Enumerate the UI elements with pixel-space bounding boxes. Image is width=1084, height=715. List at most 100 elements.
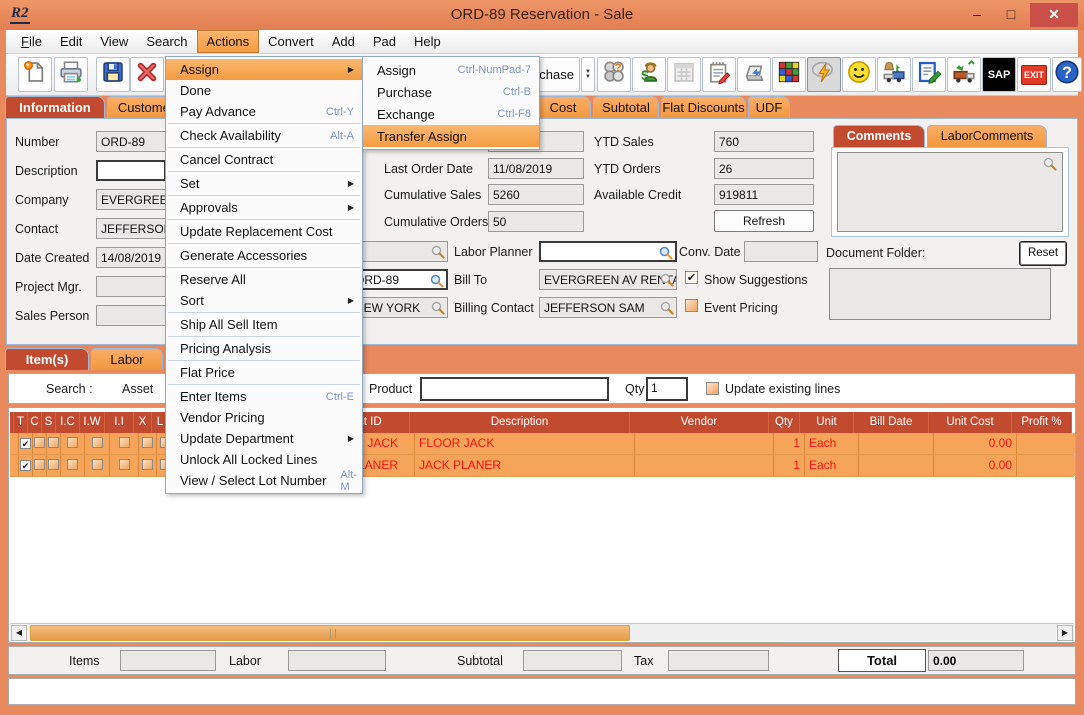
menubar-item-view[interactable]: View (91, 30, 137, 53)
tab-laborcomments[interactable]: LaborComments (927, 125, 1047, 147)
menu-item-exchange[interactable]: ExchangeCtrl-F8 (363, 103, 539, 125)
column-header-i-c[interactable]: I.C (56, 412, 80, 433)
sap-button[interactable]: SAP (982, 57, 1016, 92)
shortcut-key-button[interactable] (737, 57, 771, 92)
menu-item-enter-items[interactable]: Enter ItemsCtrl-E (166, 386, 362, 407)
row-checkbox-i.w[interactable] (92, 437, 103, 448)
last-order-date-field[interactable]: 11/08/2019 (488, 158, 584, 179)
row-checkbox-x[interactable] (142, 459, 153, 470)
scrollbar-thumb[interactable] (30, 625, 630, 641)
lightning-button[interactable] (807, 57, 841, 92)
search-magnifier-icon[interactable] (430, 244, 446, 260)
menubar-item-edit[interactable]: Edit (51, 30, 91, 53)
billing-contact-field[interactable]: JEFFERSON SAM (539, 297, 677, 318)
ytd-sales-field[interactable]: 760 (714, 131, 814, 152)
tab-information[interactable]: Information (5, 96, 105, 118)
refresh-button[interactable]: Refresh (714, 210, 814, 232)
menu-item-view-select-lot-number[interactable]: View / Select Lot NumberAlt-M (166, 470, 362, 491)
tab-cost[interactable]: Cost (535, 96, 591, 118)
help-button[interactable]: ? (1052, 57, 1082, 92)
menu-item-cancel-contract[interactable]: Cancel Contract (166, 149, 362, 170)
vendor-pricing-button[interactable]: $ (632, 57, 666, 92)
horizontal-scrollbar[interactable]: ◀ ▶ (10, 623, 1074, 641)
receive-truck-button[interactable] (877, 57, 911, 92)
cumulative-sales-field[interactable]: 5260 (488, 184, 584, 205)
column-header-c[interactable]: C (28, 412, 42, 433)
menubar-item-help[interactable]: Help (405, 30, 450, 53)
update-existing-lines-checkbox[interactable] (706, 382, 719, 395)
reset-button[interactable]: Reset (1020, 242, 1066, 265)
new-document-button[interactable] (18, 57, 52, 92)
smiley-button[interactable] (842, 57, 876, 92)
row-checkbox-i.c[interactable] (67, 459, 78, 470)
close-button[interactable]: ✕ (1030, 3, 1078, 27)
menu-item-assign[interactable]: Assign▶ (166, 59, 362, 80)
column-header-bill-date[interactable]: Bill Date (854, 412, 929, 433)
column-header-t[interactable]: T (14, 412, 28, 433)
menu-item-pay-advance[interactable]: Pay AdvanceCtrl-Y (166, 101, 362, 122)
menu-item-vendor-pricing[interactable]: Vendor Pricing (166, 407, 362, 428)
product-input[interactable] (420, 377, 609, 401)
comments-search-magnifier-icon[interactable] (1042, 156, 1058, 177)
available-credit-field[interactable]: 919811 (714, 184, 814, 205)
row-checkbox-i.i[interactable] (119, 459, 130, 470)
comments-textarea[interactable] (837, 152, 1063, 232)
notes-button[interactable] (702, 57, 736, 92)
menubar-item-convert[interactable]: Convert (259, 30, 323, 53)
print-button[interactable] (54, 57, 88, 92)
menu-item-check-availability[interactable]: Check AvailabilityAlt-A (166, 125, 362, 146)
exit-button[interactable]: EXIT (1017, 57, 1051, 92)
column-header-vendor[interactable]: Vendor (630, 412, 769, 433)
date-created-field[interactable]: 14/08/2019 (96, 247, 166, 268)
menu-item-pricing-analysis[interactable]: Pricing Analysis (166, 338, 362, 359)
ship-ref-field[interactable]: ORD-89 (350, 269, 448, 290)
number-field[interactable]: ORD-89 (96, 131, 166, 152)
search-magnifier-icon[interactable] (659, 272, 675, 288)
menu-item-ship-all-sell-item[interactable]: Ship All Sell Item (166, 314, 362, 335)
search-magnifier-icon[interactable] (659, 300, 675, 316)
menu-item-flat-price[interactable]: Flat Price (166, 362, 362, 383)
ytd-orders-field[interactable]: 26 (714, 158, 814, 179)
edit-document-button[interactable] (912, 57, 946, 92)
menu-item-assign[interactable]: AssignCtrl-NumPad-7 (363, 59, 539, 81)
sales-person-field[interactable] (96, 305, 166, 326)
menubar-item-file[interactable]: File (12, 30, 51, 53)
menu-item-transfer-assign[interactable]: Transfer Assign (363, 125, 539, 147)
row-checkbox-i.i[interactable] (119, 437, 130, 448)
tab-comments[interactable]: Comments (833, 125, 925, 147)
bill-to-field[interactable]: EVERGREEN AV RENTAL (539, 269, 677, 290)
row-checkbox-t[interactable]: ✔ (20, 438, 31, 449)
menu-item-sort[interactable]: Sort▶ (166, 290, 362, 311)
tab-labor[interactable]: Labor (91, 348, 163, 370)
menu-item-reserve-all[interactable]: Reserve All (166, 269, 362, 290)
column-header-s[interactable]: S (42, 412, 56, 433)
city-field[interactable]: NEW YORK (350, 297, 448, 318)
conv-date-field[interactable] (744, 241, 818, 262)
tab-flat-discounts[interactable]: Flat Discounts (661, 96, 746, 118)
availability-cube-button[interactable] (772, 57, 806, 92)
column-header-qty[interactable]: Qty (769, 412, 800, 433)
project-mgr--field[interactable] (96, 276, 166, 297)
column-header-description[interactable]: Description (410, 412, 630, 433)
search-magnifier-icon[interactable] (658, 245, 674, 261)
event-pricing-checkbox[interactable] (685, 299, 698, 312)
menu-item-purchase[interactable]: PurchaseCtrl-B (363, 81, 539, 103)
tab-udf[interactable]: UDF (748, 96, 790, 118)
qty-input[interactable]: 1 (646, 377, 688, 401)
menu-item-update-replacement-cost[interactable]: Update Replacement Cost (166, 221, 362, 242)
ship-ref-lookup-field[interactable] (350, 241, 448, 262)
minimize-button[interactable]: – (962, 3, 992, 27)
row-checkbox-x[interactable] (142, 437, 153, 448)
menu-item-set[interactable]: Set▶ (166, 173, 362, 194)
search-magnifier-icon[interactable] (430, 300, 446, 316)
delete-button[interactable] (130, 57, 164, 92)
tab-item-s-[interactable]: Item(s) (5, 348, 89, 370)
cumulative-orders-field[interactable]: 50 (488, 211, 584, 232)
row-checkbox-t[interactable]: ✔ (20, 460, 31, 471)
save-button[interactable] (96, 57, 130, 92)
menu-item-approvals[interactable]: Approvals▶ (166, 197, 362, 218)
row-checkbox-c[interactable] (34, 437, 45, 448)
row-checkbox-i.c[interactable] (67, 437, 78, 448)
column-header-i-w[interactable]: I.W (80, 412, 105, 433)
menubar-item-add[interactable]: Add (323, 30, 364, 53)
